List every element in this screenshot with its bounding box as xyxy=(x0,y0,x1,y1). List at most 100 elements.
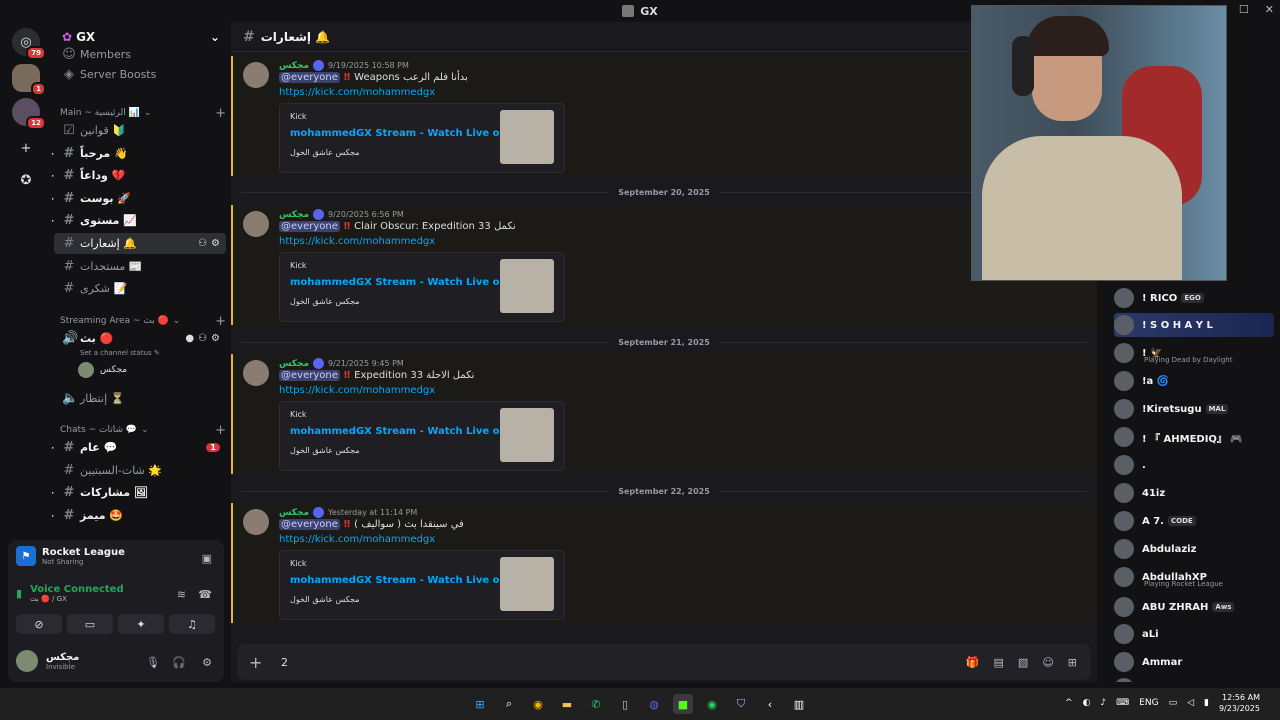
screen-share-icon[interactable]: ▣ xyxy=(202,552,212,565)
member-item[interactable]: AbdullahXP Playing Rocket League xyxy=(1114,565,1274,589)
avatar[interactable] xyxy=(243,360,269,386)
author-name[interactable]: مجكس xyxy=(279,210,309,220)
member-item[interactable]: ABU ZHRAH Aws xyxy=(1114,595,1274,619)
clipboard-icon[interactable]: ▥ xyxy=(789,694,809,714)
close-button[interactable]: ✕ xyxy=(1265,3,1274,16)
notepad-icon[interactable]: ▯ xyxy=(615,694,635,714)
discover-icon[interactable]: ✪ xyxy=(12,166,40,194)
member-item[interactable]: !Kiretsugu MAL xyxy=(1114,397,1274,421)
chrome-icon[interactable]: ◉ xyxy=(528,694,548,714)
channel-subscribers[interactable]: # شات-السبتيين 🌟 xyxy=(54,460,226,481)
category-chats[interactable]: Chats ~ شاتات 💬 ⌄ + xyxy=(60,423,226,438)
channel-notifications[interactable]: # إشعارات 🔔 ⚇ ⚙ xyxy=(54,233,226,254)
discord-home-icon[interactable]: ◎ 79 xyxy=(12,28,46,60)
channel-news[interactable]: # مستجدات 📰 xyxy=(54,256,226,277)
message-link[interactable]: https://kick.com/mohammedgx xyxy=(279,534,435,545)
server-boosts-link[interactable]: ◈ Server Boosts xyxy=(54,64,226,85)
avatar[interactable] xyxy=(243,509,269,535)
search-icon[interactable]: ⌕ xyxy=(499,694,519,714)
headphones-icon[interactable]: 🎧 xyxy=(172,656,186,669)
add-attachment-icon[interactable]: + xyxy=(249,653,265,672)
mention[interactable]: @everyone xyxy=(279,519,340,530)
member-item[interactable]: ! 『 AHMEDIQ』 🎮 xyxy=(1114,425,1274,449)
windows-start-icon[interactable]: ⊞ xyxy=(470,694,490,714)
voice-member[interactable]: مجكس xyxy=(78,362,127,378)
channel-general[interactable]: ▸ # عام 💬 1 xyxy=(52,437,226,458)
member-item[interactable]: ! RICO EGO xyxy=(1114,286,1274,310)
maximize-button[interactable]: ☐ xyxy=(1239,3,1249,16)
sticker-icon[interactable]: ▧ xyxy=(1018,656,1028,669)
author-name[interactable]: مجكس xyxy=(279,359,309,369)
embed-title[interactable]: mohammedGX Stream - Watch Live on Kick xyxy=(290,575,534,586)
member-item[interactable]: A 7. CODE xyxy=(1114,509,1274,533)
server-icon[interactable]: 1 xyxy=(12,64,46,96)
member-item[interactable]: ! S O H A Y L xyxy=(1114,313,1274,337)
channel-level[interactable]: ▸ # مستوى 📈 xyxy=(52,210,226,231)
channel-rules[interactable]: ☑ قوانين 🔰 xyxy=(54,120,226,141)
member-item[interactable]: ! 🦅 Playing Dead by Daylight xyxy=(1114,341,1274,365)
message-link[interactable]: https://kick.com/mohammedgx xyxy=(279,385,435,396)
channel-status-hint[interactable]: Set a channel status ✎ xyxy=(80,349,160,357)
message-input[interactable] xyxy=(281,655,966,669)
mention[interactable]: @everyone xyxy=(279,370,340,381)
gift-icon[interactable]: 🎁 xyxy=(966,656,980,669)
language-indicator[interactable]: ENG xyxy=(1139,698,1158,708)
avatar[interactable] xyxy=(243,62,269,88)
clock[interactable]: 12:56 AM 9/23/2025 xyxy=(1219,692,1260,714)
author-name[interactable]: مجكس xyxy=(279,508,309,518)
embed-thumbnail[interactable] xyxy=(500,557,554,611)
server-folder-icon[interactable]: 12 xyxy=(12,98,46,130)
kick-icon[interactable]: ■ xyxy=(673,694,693,714)
chevron-up-icon[interactable]: ^ xyxy=(1065,698,1073,708)
voice-channel-stream[interactable]: 🔊 بث 🔴 ● ⚇ ⚙ xyxy=(54,328,226,349)
channel-thanks[interactable]: # شكرى 📝 xyxy=(54,278,226,299)
battery-icon[interactable]: ▮ xyxy=(1204,698,1209,708)
member-item[interactable]: 41iz xyxy=(1114,481,1274,505)
voice-status[interactable]: ▮ Voice Connected بث 🔴 / GX xyxy=(16,584,124,603)
avatar[interactable] xyxy=(243,211,269,237)
share-screen-button[interactable]: ▭ xyxy=(67,614,113,634)
noise-suppression-icon[interactable]: ≋ xyxy=(177,588,186,601)
keyboard-icon[interactable]: ⌨ xyxy=(1116,698,1129,708)
embed-thumbnail[interactable] xyxy=(500,110,554,164)
add-channel-icon[interactable]: + xyxy=(215,106,226,121)
activity-status[interactable]: ⚑ Rocket League Not Sharing xyxy=(16,546,125,566)
add-server-icon[interactable]: + xyxy=(12,134,40,162)
message-link[interactable]: https://kick.com/mohammedgx xyxy=(279,236,435,247)
author-name[interactable]: مجكس xyxy=(279,61,309,71)
member-item[interactable]: . xyxy=(1114,453,1274,477)
members-link[interactable]: ☺ Members xyxy=(54,44,226,65)
member-item[interactable]: aLi xyxy=(1114,622,1274,646)
channel-memes[interactable]: ▸ # ميمز 🤩 xyxy=(52,505,226,526)
activities-button[interactable]: ✦ xyxy=(118,614,164,634)
add-channel-icon[interactable]: + xyxy=(215,314,226,329)
app-icon[interactable]: ‹ xyxy=(760,694,780,714)
member-item[interactable]: Ammar xyxy=(1114,650,1274,674)
channel-goodbye[interactable]: ▸ # وداعاً 💔 xyxy=(52,165,226,186)
gif-icon[interactable]: ▤ xyxy=(994,656,1004,669)
embed-title[interactable]: mohammedGX Stream - Watch Live on Kick xyxy=(290,426,534,437)
volume-icon[interactable]: ◁ xyxy=(1187,698,1194,708)
disconnect-icon[interactable]: ☎ xyxy=(198,588,212,601)
network-icon[interactable]: ▭ xyxy=(1169,698,1178,708)
soundboard-button[interactable]: ♫ xyxy=(169,614,215,634)
channel-welcome[interactable]: ▸ # مرحباً 👋 xyxy=(52,143,226,164)
microphone-icon[interactable]: ♪ xyxy=(1100,698,1106,708)
user-info[interactable]: مجكس Invisible xyxy=(16,650,79,672)
channel-boost[interactable]: ▸ # بوست 🚀 xyxy=(52,188,226,209)
message-link[interactable]: https://kick.com/mohammedgx xyxy=(279,87,435,98)
voice-channel-waiting[interactable]: 🔈 إنتظار ⏳ xyxy=(54,388,226,409)
embed-title[interactable]: mohammedGX Stream - Watch Live on Kick xyxy=(290,128,534,139)
member-item[interactable]: Ayman_A8 xyxy=(1114,676,1274,682)
member-item[interactable]: !a 🌀 xyxy=(1114,369,1274,393)
spotify-icon[interactable]: ◉ xyxy=(702,694,722,714)
member-item[interactable]: Abdulaziz xyxy=(1114,537,1274,561)
add-channel-icon[interactable]: + xyxy=(215,423,226,438)
mention[interactable]: @everyone xyxy=(279,72,340,83)
whatsapp-icon[interactable]: ✆ xyxy=(586,694,606,714)
discord-icon[interactable]: ◍ xyxy=(644,694,664,714)
category-main[interactable]: Main ~ الرئيسية 📊 ⌄ + xyxy=(60,106,226,121)
microphone-icon[interactable]: 🎙 xyxy=(146,656,160,669)
emoji-icon[interactable]: ☺ xyxy=(1042,656,1053,669)
mention[interactable]: @everyone xyxy=(279,221,340,232)
